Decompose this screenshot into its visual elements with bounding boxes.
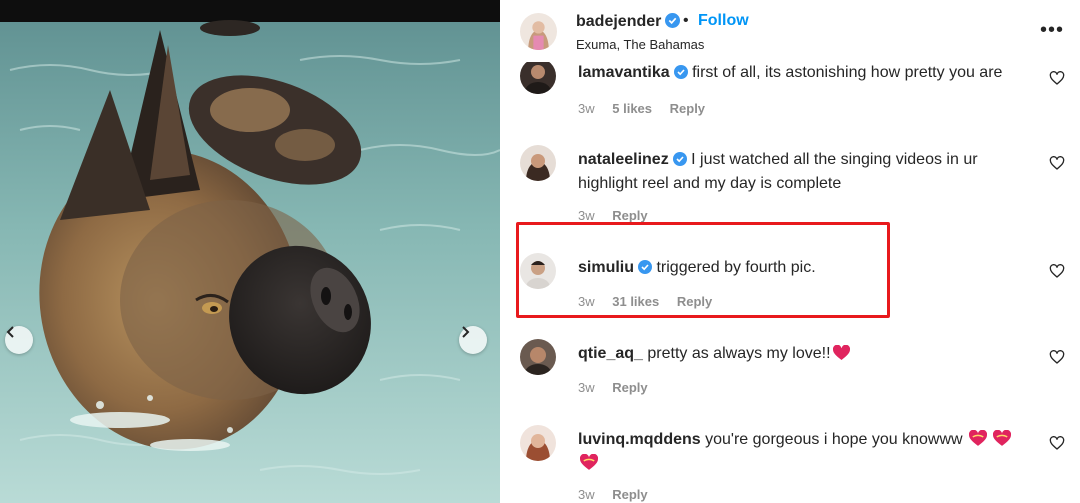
reply-button[interactable]: Reply [677, 294, 712, 309]
avatar[interactable] [520, 58, 556, 94]
author-avatar[interactable] [520, 13, 557, 50]
heart-with-ribbon-emoji-icon [969, 430, 988, 446]
comment-text: qtie_aq_ pretty as always my love!! [578, 342, 1028, 366]
comment-text: nataleelinez I just watched all the sing… [578, 148, 1028, 196]
separator-dot: • [683, 12, 689, 29]
like-heart-icon[interactable] [1049, 263, 1065, 279]
comment-body: triggered by fourth pic. [656, 259, 816, 276]
avatar[interactable] [520, 145, 556, 181]
comment-time[interactable]: 3w [578, 294, 595, 309]
comment-meta: 3w Reply [578, 208, 662, 223]
comment-time[interactable]: 3w [578, 380, 595, 395]
comment-body: pretty as always my love!! [647, 345, 831, 362]
red-heart-emoji-icon [832, 345, 850, 360]
verified-badge-icon [665, 13, 681, 28]
chevron-right-icon [462, 326, 470, 338]
comment-username[interactable]: simuliu [578, 259, 634, 276]
comment-text: simuliu triggered by fourth pic. [578, 256, 1028, 280]
comment-username[interactable]: qtie_aq_ [578, 345, 643, 362]
comment-username[interactable]: luvinq.mqddens [578, 431, 701, 448]
comment-meta: 3w Reply [578, 487, 662, 502]
comment-time[interactable]: 3w [578, 208, 595, 223]
post-header: badejender • Follow Exuma, The Bahamas •… [500, 0, 1080, 62]
comment-time[interactable]: 3w [578, 101, 595, 116]
verified-badge-icon [672, 152, 687, 166]
comment-username[interactable]: nataleelinez [578, 151, 669, 168]
like-heart-icon[interactable] [1049, 155, 1065, 171]
like-heart-icon[interactable] [1049, 349, 1065, 365]
comment-meta: 3w 5 likes Reply [578, 101, 719, 116]
post-location[interactable]: Exuma, The Bahamas [576, 37, 704, 52]
post-photo [0, 0, 500, 503]
avatar[interactable] [520, 253, 556, 289]
author-username[interactable]: badejender [576, 13, 681, 31]
more-options-icon[interactable]: ••• [1040, 20, 1064, 40]
comment-username[interactable]: lamavantika [578, 64, 670, 81]
avatar[interactable] [520, 339, 556, 375]
follow-button[interactable]: Follow [698, 12, 749, 30]
carousel-next-button[interactable] [459, 326, 487, 354]
chevron-left-icon [6, 326, 14, 338]
heart-with-ribbon-emoji-icon [580, 454, 598, 470]
comment-time[interactable]: 3w [578, 487, 595, 502]
reply-button[interactable]: Reply [612, 208, 647, 223]
comments-panel: lamavantika first of all, its astonishin… [500, 0, 1080, 503]
comment-text: luvinq.mqddens you're gorgeous i hope yo… [578, 428, 1028, 476]
comment-body: you're gorgeous i hope you knowww [705, 431, 963, 448]
pig-swimming-image [0, 0, 500, 503]
heart-with-ribbon-emoji-icon [993, 430, 1012, 446]
comment-text: lamavantika first of all, its astonishin… [578, 61, 1028, 85]
comment-body: first of all, its astonishing how pretty… [692, 64, 1003, 81]
verified-badge-icon [673, 65, 688, 79]
comment-likes[interactable]: 5 likes [612, 101, 652, 116]
carousel-prev-button[interactable] [5, 326, 33, 354]
reply-button[interactable]: Reply [612, 380, 647, 395]
like-heart-icon[interactable] [1049, 70, 1065, 86]
reply-button[interactable]: Reply [612, 487, 647, 502]
comment-likes[interactable]: 31 likes [612, 294, 659, 309]
comment-meta: 3w 31 likes Reply [578, 294, 726, 309]
verified-badge-icon [638, 260, 653, 274]
like-heart-icon[interactable] [1049, 435, 1065, 451]
avatar[interactable] [520, 425, 556, 461]
comment-meta: 3w Reply [578, 380, 662, 395]
reply-button[interactable]: Reply [670, 101, 705, 116]
